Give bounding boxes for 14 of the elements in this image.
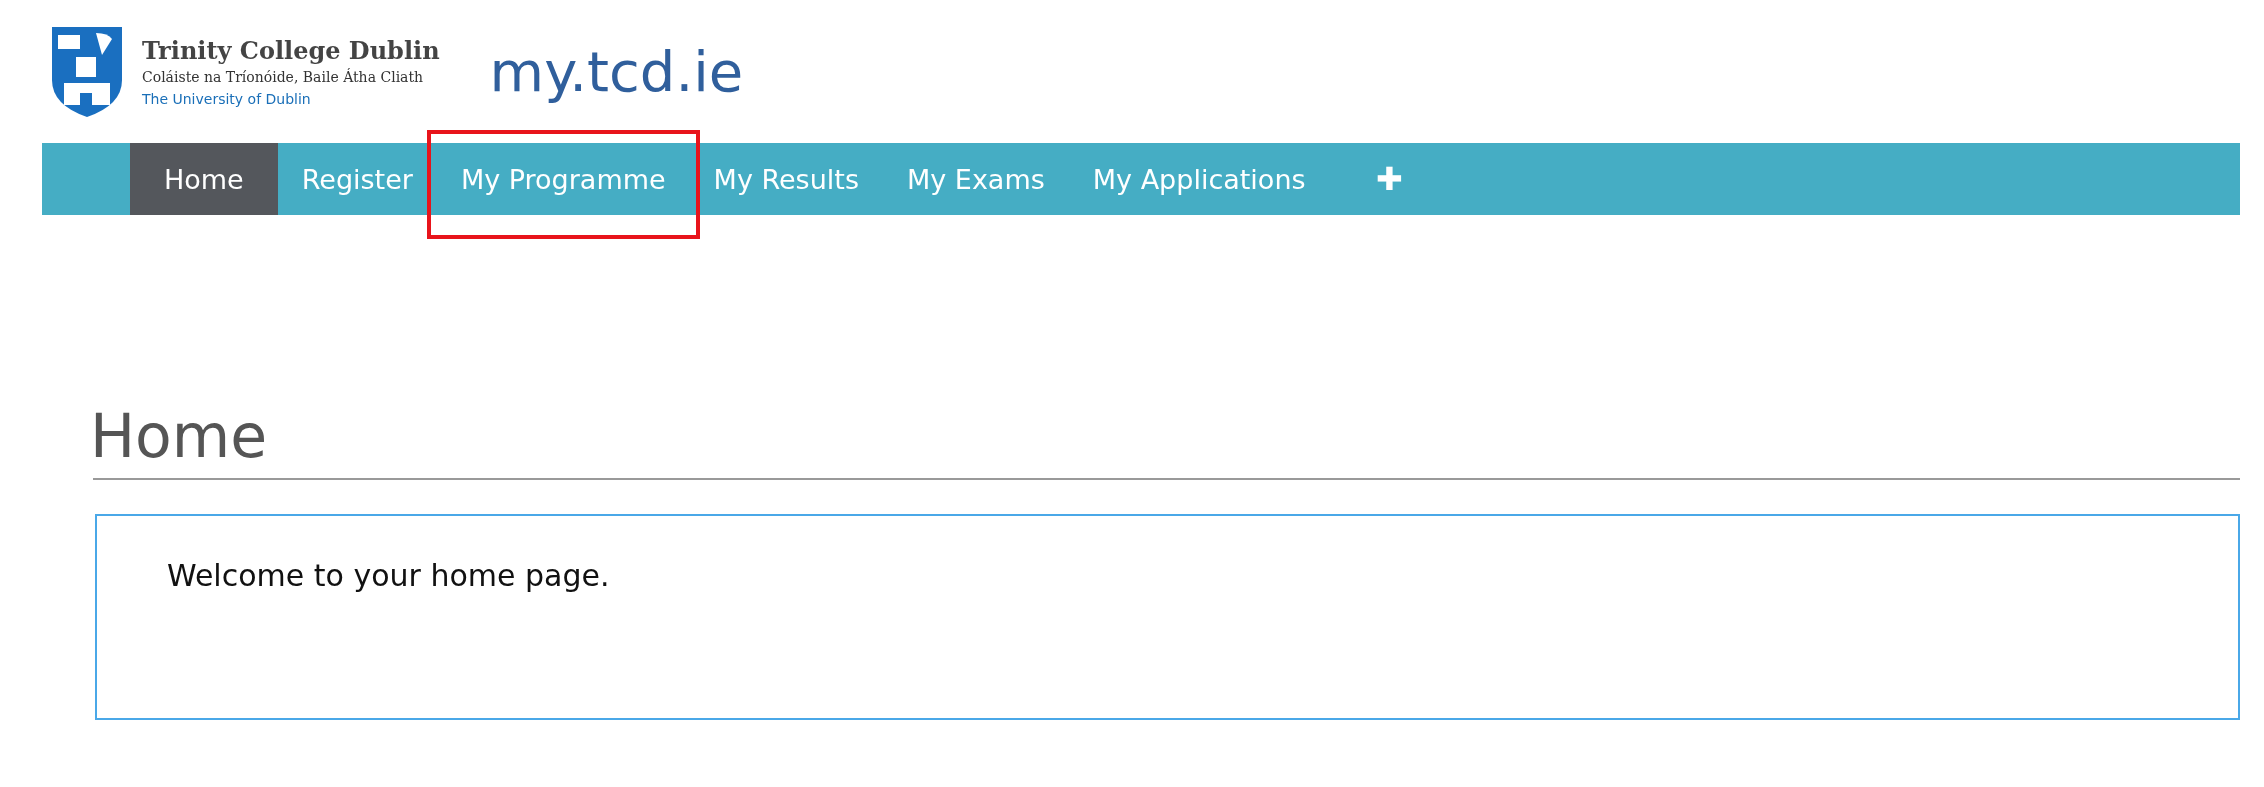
welcome-text: Welcome to your home page. (167, 558, 610, 593)
crest-icon (50, 24, 124, 119)
nav-tab[interactable]: My Exams (882, 143, 1069, 215)
nav-tab[interactable]: Home (130, 143, 278, 215)
nav-tab[interactable]: My Applications (1068, 143, 1330, 215)
nav-tab[interactable]: My Programme (436, 143, 690, 215)
university-subtitle: The University of Dublin (142, 91, 312, 107)
site-title: my.tcd.ie (489, 39, 744, 104)
irish-name: Coláiste na Tríonóide, Baile Átha Cliath (142, 69, 425, 85)
add-button[interactable]: ✚ (1369, 143, 1409, 215)
page-heading: Home (90, 400, 269, 472)
university-name: Trinity College Dublin (142, 36, 440, 65)
nav-tab[interactable]: Register (277, 143, 437, 215)
nav-tab[interactable]: My Results (689, 143, 883, 215)
